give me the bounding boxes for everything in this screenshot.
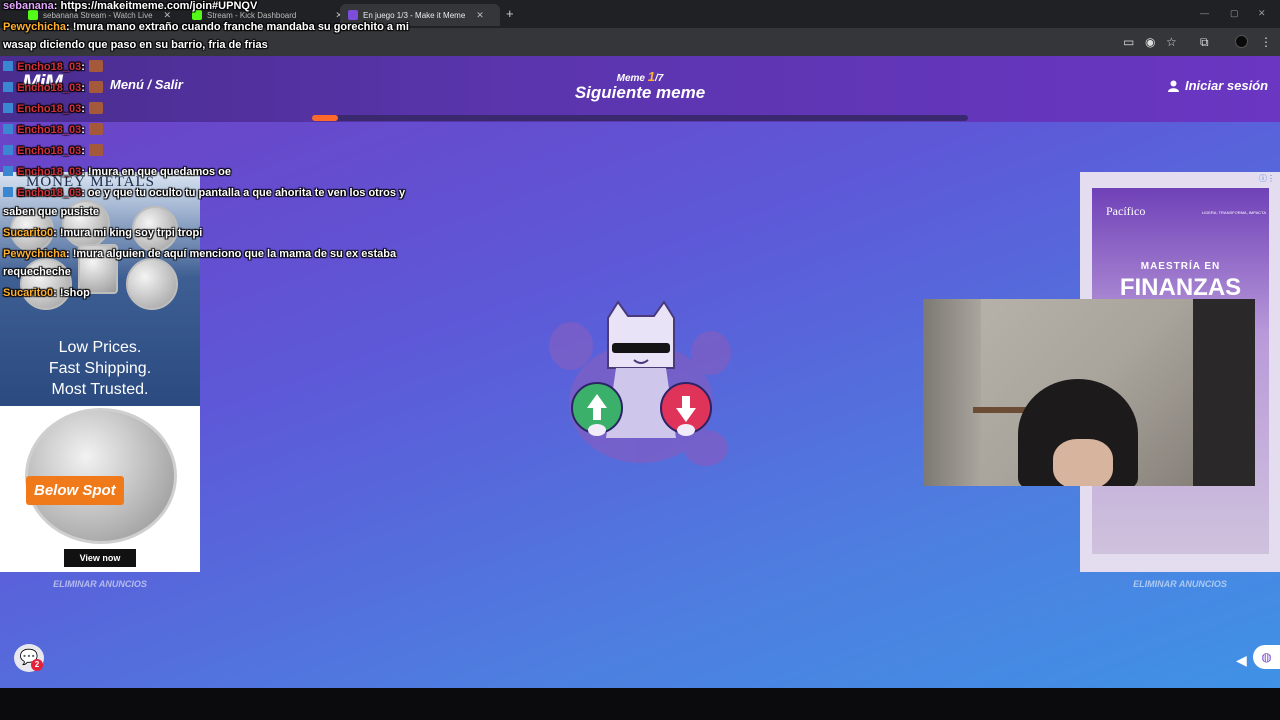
chat-username[interactable]: sebanana xyxy=(3,0,54,12)
chat-username[interactable]: Encho18_03 xyxy=(17,61,81,73)
chat-message: sebanana: https://makeitmeme.com/join#UP… xyxy=(3,0,257,12)
chat-count-badge: 2 xyxy=(31,659,43,671)
chat-username[interactable]: Encho18_03 xyxy=(17,187,81,199)
game-page: MiM Menú / Salir Meme 1/7 Siguiente meme… xyxy=(0,56,1280,688)
chat-username[interactable]: Encho18_03 xyxy=(17,82,81,94)
chat-text: : xyxy=(81,82,85,94)
round-progress-bar xyxy=(312,115,968,121)
user-icon xyxy=(1168,80,1179,92)
chat-text: : oe y que tu oculto tu pantalla a que a… xyxy=(81,187,406,199)
language-toggle-button[interactable]: ◍ xyxy=(1253,645,1280,669)
subscriber-badge-icon xyxy=(3,82,13,92)
page-title: Siguiente meme xyxy=(574,83,706,102)
webcam-overlay xyxy=(923,299,1255,486)
chat-text: : !shop xyxy=(53,287,90,299)
chat-username[interactable]: Encho18_03 xyxy=(17,145,81,157)
ad-tagline: Low Prices. Fast Shipping. Most Trusted. xyxy=(48,339,152,398)
chat-message: Encho18_03: xyxy=(3,102,103,115)
chat-message: Encho18_03: xyxy=(3,81,103,94)
round-progress-fill xyxy=(312,115,339,121)
browser-menu-icon[interactable]: ⋮ xyxy=(1260,35,1272,49)
view-now-button[interactable]: View now xyxy=(64,549,136,567)
chat-emote-icon xyxy=(88,81,103,93)
chat-message: Encho18_03: !mura en que quedamos oe xyxy=(3,166,231,178)
profile-avatar[interactable] xyxy=(1235,35,1248,48)
chat-username[interactable]: Pewychicha xyxy=(3,21,66,33)
chat-username[interactable]: Encho18_03 xyxy=(17,124,81,136)
chat-emote-icon xyxy=(88,60,103,72)
chat-message: saben que pusiste xyxy=(3,206,99,218)
chat-username[interactable]: Sucarito0 xyxy=(3,227,53,239)
chat-message: Sucarito0: !shop xyxy=(3,287,90,299)
remove-ads-left-link[interactable]: ELIMINAR ANUNCIOS xyxy=(0,579,200,589)
speaker-icon[interactable]: ◀ xyxy=(1236,652,1247,669)
cat-vote-mascot xyxy=(549,300,731,466)
tab-close-icon[interactable]: ✕ xyxy=(476,10,484,21)
chat-username[interactable]: Encho18_03 xyxy=(17,103,81,115)
subscriber-badge-icon xyxy=(3,103,13,113)
close-window-icon[interactable]: ✕ xyxy=(1258,8,1266,19)
chat-message: Encho18_03: oe y que tu oculto tu pantal… xyxy=(3,187,405,199)
chat-message: Encho18_03: xyxy=(3,123,103,136)
chat-emote-icon xyxy=(88,123,103,135)
ad-headline-2: FINANZAS xyxy=(1119,274,1242,301)
chat-text: : !mura mano extraño cuando franche mand… xyxy=(65,21,409,33)
chat-text: : !mura en que quedamos oe xyxy=(81,166,231,178)
chat-message: Pewychicha: !mura mano extraño cuando fr… xyxy=(3,21,409,33)
chat-message: requecheche xyxy=(3,266,71,278)
game-header: MiM Menú / Salir Meme 1/7 Siguiente meme… xyxy=(0,56,1280,122)
extensions-icon[interactable]: ⧉ xyxy=(1200,35,1209,50)
subscriber-badge-icon xyxy=(3,61,13,71)
chat-text: wasap diciendo que paso en su barrio, fr… xyxy=(3,39,268,51)
chat-text: requecheche xyxy=(3,266,71,278)
maximize-icon[interactable]: ▢ xyxy=(1230,8,1239,19)
chat-text: : !mura mi king soy trpi tropi xyxy=(53,227,203,239)
chat-emote-icon xyxy=(88,102,103,114)
chat-message: Pewychicha: !mura alguien de aquí mencio… xyxy=(3,248,396,260)
login-button[interactable]: Iniciar sesión xyxy=(1168,78,1268,93)
ad-info-icon[interactable]: ⓘ⋮ xyxy=(1259,173,1275,184)
bookmark-star-icon[interactable]: ☆ xyxy=(1166,35,1177,49)
subscriber-badge-icon xyxy=(3,124,13,134)
chat-text: : https://makeitmeme.com/join#UPNQV xyxy=(53,0,258,12)
remove-ads-right-link[interactable]: ELIMINAR ANUNCIOS xyxy=(1080,579,1280,589)
subscriber-badge-icon xyxy=(3,145,13,155)
coin-image xyxy=(126,258,178,310)
chat-username[interactable]: Encho18_03 xyxy=(17,166,81,178)
below-spot-badge: Below Spot xyxy=(26,476,124,505)
subscriber-badge-icon xyxy=(3,166,13,176)
cast-icon[interactable]: ▭ xyxy=(1123,35,1134,49)
brain-icon: ◍ xyxy=(1261,650,1272,664)
chat-text: : xyxy=(81,145,85,157)
meme-counter: Meme 1/7 xyxy=(616,69,664,84)
mim-favicon-icon xyxy=(348,10,358,20)
eye-off-icon[interactable]: ◉ xyxy=(1145,35,1155,49)
pacifico-logo: Pacífico xyxy=(1106,204,1146,218)
chat-text: : !mura alguien de aquí menciono que la … xyxy=(65,248,397,260)
chat-message: Sucarito0: !mura mi king soy trpi tropi xyxy=(3,227,202,239)
minimize-icon[interactable]: — xyxy=(1200,8,1209,18)
ad-headline-1: MAESTRÍA EN xyxy=(1140,261,1221,272)
chat-username[interactable]: Sucarito0 xyxy=(3,287,53,299)
chat-text: : xyxy=(81,61,85,73)
chat-message: Encho18_03: xyxy=(3,144,103,157)
chat-text: : xyxy=(81,124,85,136)
new-tab-button[interactable]: + xyxy=(506,6,514,21)
chat-text: saben que pusiste xyxy=(3,206,99,218)
chat-message: wasap diciendo que paso en su barrio, fr… xyxy=(3,39,268,51)
chat-text: : xyxy=(81,103,85,115)
subscriber-badge-icon xyxy=(3,187,13,197)
chat-emote-icon xyxy=(88,144,103,156)
chat-username[interactable]: Pewychicha xyxy=(3,248,66,260)
chat-message: Encho18_03: xyxy=(3,60,103,73)
pacifico-tagline: LIDERA, TRANSFORMA, IMPACTA xyxy=(1202,210,1267,215)
